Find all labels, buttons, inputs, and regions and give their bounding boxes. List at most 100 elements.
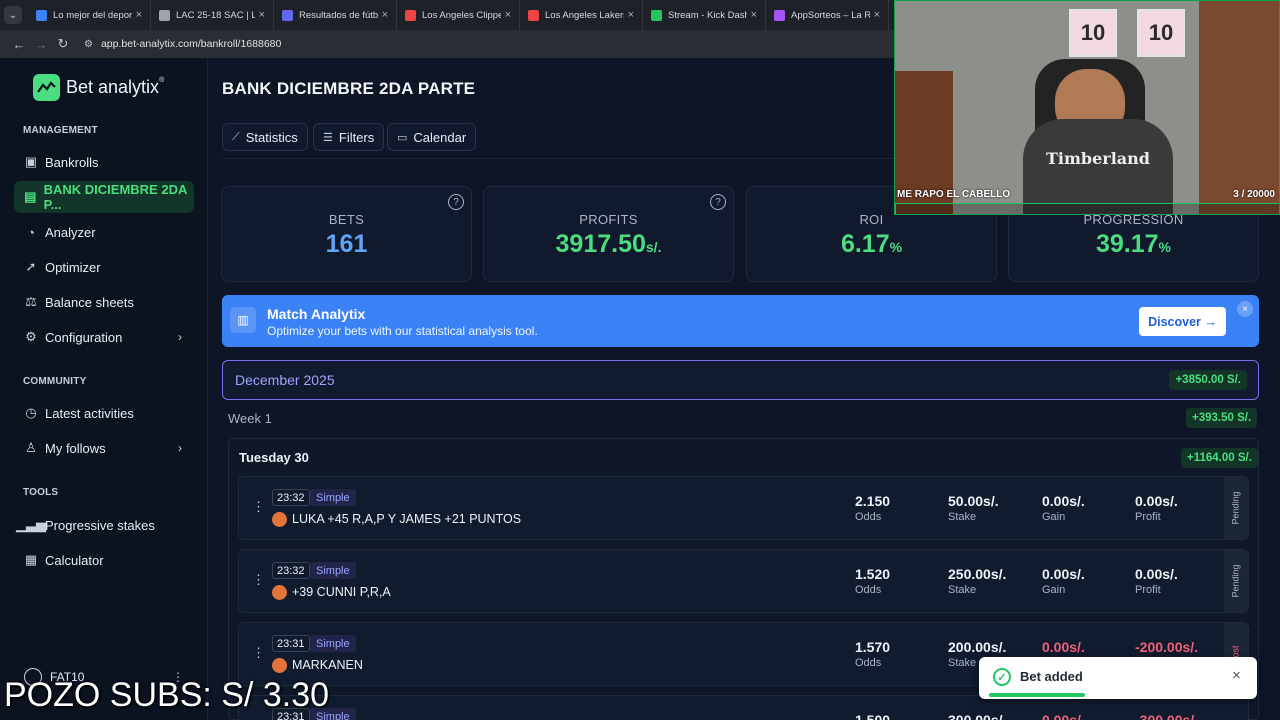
- close-icon[interactable]: ×: [505, 9, 511, 21]
- week-label: Week 1: [228, 411, 272, 426]
- calculator-icon: ▦: [24, 552, 38, 567]
- month-total-badge: +3850.00 S/.: [1169, 370, 1247, 390]
- tab-favicon-icon: [405, 9, 416, 21]
- sidebar-item-calculator[interactable]: ▦ Calculator: [14, 544, 194, 576]
- status-badge[interactable]: Pending: [1224, 550, 1248, 612]
- brand-name: Bet analytix®: [66, 77, 164, 98]
- close-icon[interactable]: ×: [874, 9, 880, 21]
- stat-card-profits: PROFITS 3917.50s/. ?: [483, 186, 734, 282]
- ticket-icon: ▤: [24, 189, 37, 204]
- gain-metric: 0.00s/. Gain: [1042, 566, 1132, 596]
- statistics-button[interactable]: ⟋ Statistics: [222, 123, 308, 151]
- tab-favicon-icon: [528, 9, 539, 21]
- bet-type-badge: Simple: [310, 635, 356, 652]
- metric-value: 1.500: [855, 712, 891, 720]
- stat-value: 161: [222, 230, 471, 259]
- sidebar-item-progressive-stakes[interactable]: ▁▃▅ Progressive stakes: [14, 509, 194, 541]
- banner-title: Match Analytix: [267, 306, 366, 322]
- close-icon[interactable]: ×: [751, 9, 757, 21]
- sidebar-item-label: Progressive stakes: [45, 517, 155, 533]
- tab-title: Lo mejor del deporte: [53, 9, 132, 21]
- page-title: BANK DICIEMBRE 2DA PARTE: [222, 79, 476, 98]
- tab-favicon-icon: [651, 9, 662, 21]
- stat-label: BETS: [328, 212, 365, 227]
- close-icon[interactable]: ×: [259, 9, 265, 21]
- browser-tab[interactable]: Resultados de fútbol ×: [274, 0, 397, 30]
- browser-tab[interactable]: Los Angeles Lakers - ×: [520, 0, 643, 30]
- status-badge[interactable]: Pending: [1224, 477, 1248, 539]
- help-icon[interactable]: ?: [448, 194, 464, 210]
- metric-value: 250.00s/.: [948, 566, 1007, 582]
- banner-subtitle: Optimize your bets with our statistical …: [267, 324, 538, 338]
- tab-favicon-icon: [282, 9, 293, 21]
- button-label: Filters: [338, 129, 375, 145]
- bet-name: MARKANEN: [292, 658, 363, 672]
- browser-tab[interactable]: Los Angeles Clippers ×: [397, 0, 520, 30]
- url-text[interactable]: app.bet-analytix.com/bankroll/1688680: [101, 38, 281, 50]
- stake-metric: 250.00s/. Stake: [948, 566, 1038, 596]
- stat-number: 39.17: [1095, 230, 1159, 258]
- bar-chart-icon: ▁▃▅: [16, 517, 46, 532]
- profit-metric: 0.00s/. Profit: [1135, 566, 1225, 596]
- sidebar-item-balance-sheets[interactable]: ⚖ Balance sheets: [14, 286, 194, 318]
- brand-logo[interactable]: Bet analytix®: [33, 74, 164, 101]
- browser-tab[interactable]: LAC 25-18 SAC | Los ×: [151, 0, 274, 30]
- reload-icon[interactable]: ↻: [52, 36, 74, 52]
- stat-value: 3917.50s/.: [484, 230, 733, 259]
- more-vertical-icon[interactable]: ⋮: [252, 499, 265, 515]
- gain-metric: 0.00s/. Gain: [1042, 493, 1132, 523]
- stat-card-bets: BETS 161 ?: [221, 186, 472, 282]
- sidebar-item-label: Bankrolls: [45, 154, 99, 170]
- close-icon[interactable]: ×: [1232, 667, 1241, 684]
- stat-unit: s/.: [645, 239, 662, 255]
- close-icon[interactable]: ×: [382, 9, 388, 21]
- forward-arrow-icon[interactable]: →: [30, 37, 52, 52]
- filters-button[interactable]: ☰ Filters: [313, 123, 385, 151]
- metric-label: Odds: [855, 657, 882, 669]
- sidebar-item-label: Analyzer: [45, 224, 96, 240]
- button-label: Statistics: [245, 129, 298, 145]
- analytics-icon: ▥: [230, 307, 256, 333]
- status-text: Pending: [1231, 564, 1241, 598]
- basketball-icon: [272, 512, 287, 527]
- browser-tab[interactable]: AppSorteos – La Rule ×: [766, 0, 889, 30]
- metric-value: 2.150: [855, 493, 891, 509]
- close-icon[interactable]: ×: [628, 9, 634, 21]
- sidebar-item-active-bank[interactable]: ▤ BANK DICIEMBRE 2DA P...: [14, 181, 194, 213]
- chart-icon: ⟋: [232, 130, 240, 143]
- close-icon[interactable]: ×: [136, 9, 142, 21]
- basketball-icon: [272, 658, 287, 673]
- help-icon[interactable]: ?: [710, 194, 726, 210]
- section-community: COMMUNITY: [23, 376, 87, 387]
- sidebar-item-label: Calculator: [45, 552, 104, 568]
- poster-image: 10: [1137, 9, 1185, 57]
- sidebar-item-bankrolls[interactable]: ▣ Bankrolls: [14, 146, 194, 178]
- sidebar-item-latest-activities[interactable]: ◷ Latest activities: [14, 397, 194, 429]
- more-vertical-icon[interactable]: ⋮: [252, 572, 265, 588]
- back-arrow-icon[interactable]: ←: [8, 37, 30, 52]
- scale-icon: ⚖: [25, 294, 37, 309]
- more-vertical-icon[interactable]: ⋮: [252, 645, 265, 661]
- section-management: MANAGEMENT: [23, 125, 98, 136]
- bet-row[interactable]: ⋮ 23:32 Simple +39 CUNNI P,R,A 1.520 Odds…: [238, 549, 1249, 613]
- sidebar-item-configuration[interactable]: ⚙ Configuration ›: [14, 321, 194, 353]
- close-icon[interactable]: ×: [1237, 301, 1253, 317]
- month-header[interactable]: December 2025 +3850.00 S/.: [222, 360, 1259, 400]
- sidebar-item-my-follows[interactable]: ♙ My follows ›: [14, 432, 194, 464]
- metric-value: -300.00s/.: [1135, 712, 1199, 720]
- tab-search-icon[interactable]: ⌄: [4, 6, 22, 24]
- stat-value: 6.17%: [747, 230, 996, 259]
- site-info-icon[interactable]: ⚙: [84, 39, 93, 50]
- sidebar-item-optimizer[interactable]: ➚ Optimizer: [14, 251, 194, 283]
- brand-text: Bet analytix: [66, 77, 160, 97]
- calendar-button[interactable]: ▭ Calendar: [387, 123, 477, 151]
- discover-button[interactable]: Discover →: [1139, 307, 1226, 336]
- sidebar-item-analyzer[interactable]: ◔ Analyzer: [14, 216, 194, 248]
- chevron-right-icon: ›: [178, 330, 182, 344]
- streamer-shirt: Timberland: [1023, 119, 1173, 214]
- tab-title: Los Angeles Lakers -: [545, 9, 624, 21]
- status-text: Pending: [1231, 491, 1241, 525]
- browser-tab[interactable]: Stream - Kick Dashbo ×: [643, 0, 766, 30]
- bet-row[interactable]: ⋮ 23:32 Simple LUKA +45 R,A,P Y JAMES +2…: [238, 476, 1249, 540]
- browser-tab[interactable]: Lo mejor del deporte ×: [28, 0, 151, 30]
